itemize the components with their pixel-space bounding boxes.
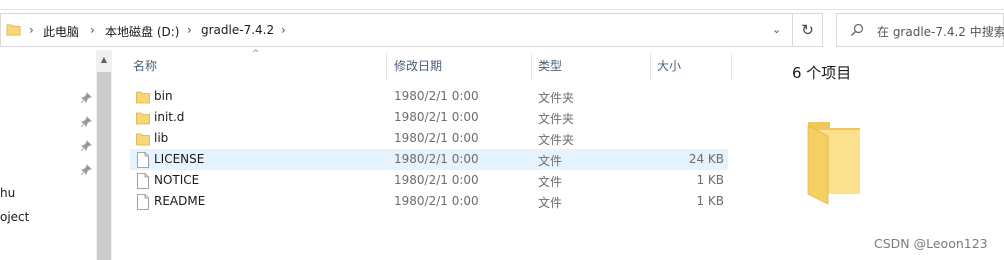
nav-item-partial[interactable]: hu bbox=[0, 186, 15, 200]
nav-scrollbar[interactable]: ▲ bbox=[96, 50, 112, 260]
file-type: 文件夹 bbox=[538, 133, 575, 147]
file-row[interactable]: bin 1980/2/1 0:00 文件夹 bbox=[130, 86, 728, 107]
folder-icon bbox=[136, 112, 150, 125]
ribbon-strip bbox=[0, 0, 1004, 10]
scroll-up-icon[interactable]: ▲ bbox=[96, 53, 112, 67]
column-header-type[interactable]: 类型 bbox=[538, 57, 562, 79]
breadcrumb-this-pc[interactable]: 此电脑 bbox=[43, 23, 79, 40]
address-bar[interactable]: › 此电脑 › 本地磁盘 (D:) › gradle-7.4.2 › ⌄ bbox=[0, 13, 793, 47]
file-row[interactable]: README 1980/2/1 0:00 文件 1 KB bbox=[130, 191, 728, 212]
refresh-button[interactable]: ↻ bbox=[793, 13, 823, 47]
chevron-right-icon[interactable]: › bbox=[90, 23, 95, 37]
chevron-right-icon[interactable]: › bbox=[187, 23, 192, 37]
breadcrumb-local-disk[interactable]: 本地磁盘 (D:) bbox=[105, 23, 179, 40]
file-modified: 1980/2/1 0:00 bbox=[394, 89, 479, 103]
file-row[interactable]: LICENSE 1980/2/1 0:00 文件 24 KB bbox=[130, 149, 728, 170]
file-row[interactable]: lib 1980/2/1 0:00 文件夹 bbox=[130, 128, 728, 149]
file-modified: 1980/2/1 0:00 bbox=[394, 173, 479, 187]
watermark: CSDN @Leoon123 bbox=[874, 236, 988, 251]
file-size: 24 KB bbox=[688, 152, 724, 166]
search-icon bbox=[851, 23, 864, 36]
chevron-right-icon[interactable]: › bbox=[281, 23, 286, 37]
file-type: 文件 bbox=[538, 175, 563, 189]
chevron-down-icon[interactable]: ⌄ bbox=[772, 23, 784, 37]
file-type: 文件 bbox=[538, 154, 563, 168]
column-header-modified[interactable]: 修改日期 bbox=[394, 57, 442, 79]
column-divider[interactable] bbox=[386, 53, 387, 81]
pin-icon[interactable] bbox=[80, 140, 92, 152]
column-header-size[interactable]: 大小 bbox=[657, 57, 681, 79]
file-name: NOTICE bbox=[154, 173, 200, 187]
pin-icon[interactable] bbox=[80, 116, 92, 128]
column-divider[interactable] bbox=[531, 53, 532, 81]
refresh-icon: ↻ bbox=[801, 21, 814, 39]
folder-icon bbox=[6, 24, 21, 36]
file-row[interactable]: init.d 1980/2/1 0:00 文件夹 bbox=[130, 107, 728, 128]
folder-icon bbox=[136, 91, 150, 104]
file-size: 1 KB bbox=[696, 173, 724, 187]
file-row[interactable]: NOTICE 1980/2/1 0:00 文件 1 KB bbox=[130, 170, 728, 191]
file-name: lib bbox=[154, 131, 169, 145]
scroll-thumb[interactable] bbox=[97, 72, 111, 260]
file-icon bbox=[137, 194, 149, 210]
column-divider[interactable] bbox=[731, 53, 732, 81]
sort-ascending-icon: ^ bbox=[252, 49, 260, 59]
pin-icon[interactable] bbox=[80, 164, 92, 176]
file-modified: 1980/2/1 0:00 bbox=[394, 131, 479, 145]
file-size: 1 KB bbox=[696, 194, 724, 208]
chevron-right-icon: › bbox=[29, 23, 34, 37]
file-name: bin bbox=[154, 89, 173, 103]
file-type: 文件夹 bbox=[538, 91, 575, 105]
breadcrumb-gradle[interactable]: gradle-7.4.2 bbox=[201, 23, 274, 37]
column-divider[interactable] bbox=[650, 53, 651, 81]
nav-item-partial[interactable]: oject bbox=[0, 210, 29, 224]
search-input[interactable]: 在 gradle-7.4.2 中搜索 bbox=[836, 13, 1004, 47]
pin-icon[interactable] bbox=[80, 92, 92, 104]
file-icon bbox=[137, 173, 149, 189]
file-name: init.d bbox=[154, 110, 185, 124]
file-type: 文件夹 bbox=[538, 112, 575, 126]
search-placeholder: 在 gradle-7.4.2 中搜索 bbox=[877, 25, 1004, 39]
file-modified: 1980/2/1 0:00 bbox=[394, 152, 479, 166]
column-header-name[interactable]: 名称 bbox=[133, 57, 157, 79]
file-modified: 1980/2/1 0:00 bbox=[394, 194, 479, 208]
file-name: LICENSE bbox=[154, 152, 205, 166]
folder-icon bbox=[136, 133, 150, 146]
navigation-pane: hu oject bbox=[0, 50, 96, 260]
preview-item-count: 6 个项目 bbox=[792, 64, 852, 82]
file-type: 文件 bbox=[538, 196, 563, 210]
file-modified: 1980/2/1 0:00 bbox=[394, 110, 479, 124]
large-folder-icon bbox=[807, 122, 860, 205]
file-icon bbox=[137, 152, 149, 168]
file-name: README bbox=[154, 194, 206, 208]
